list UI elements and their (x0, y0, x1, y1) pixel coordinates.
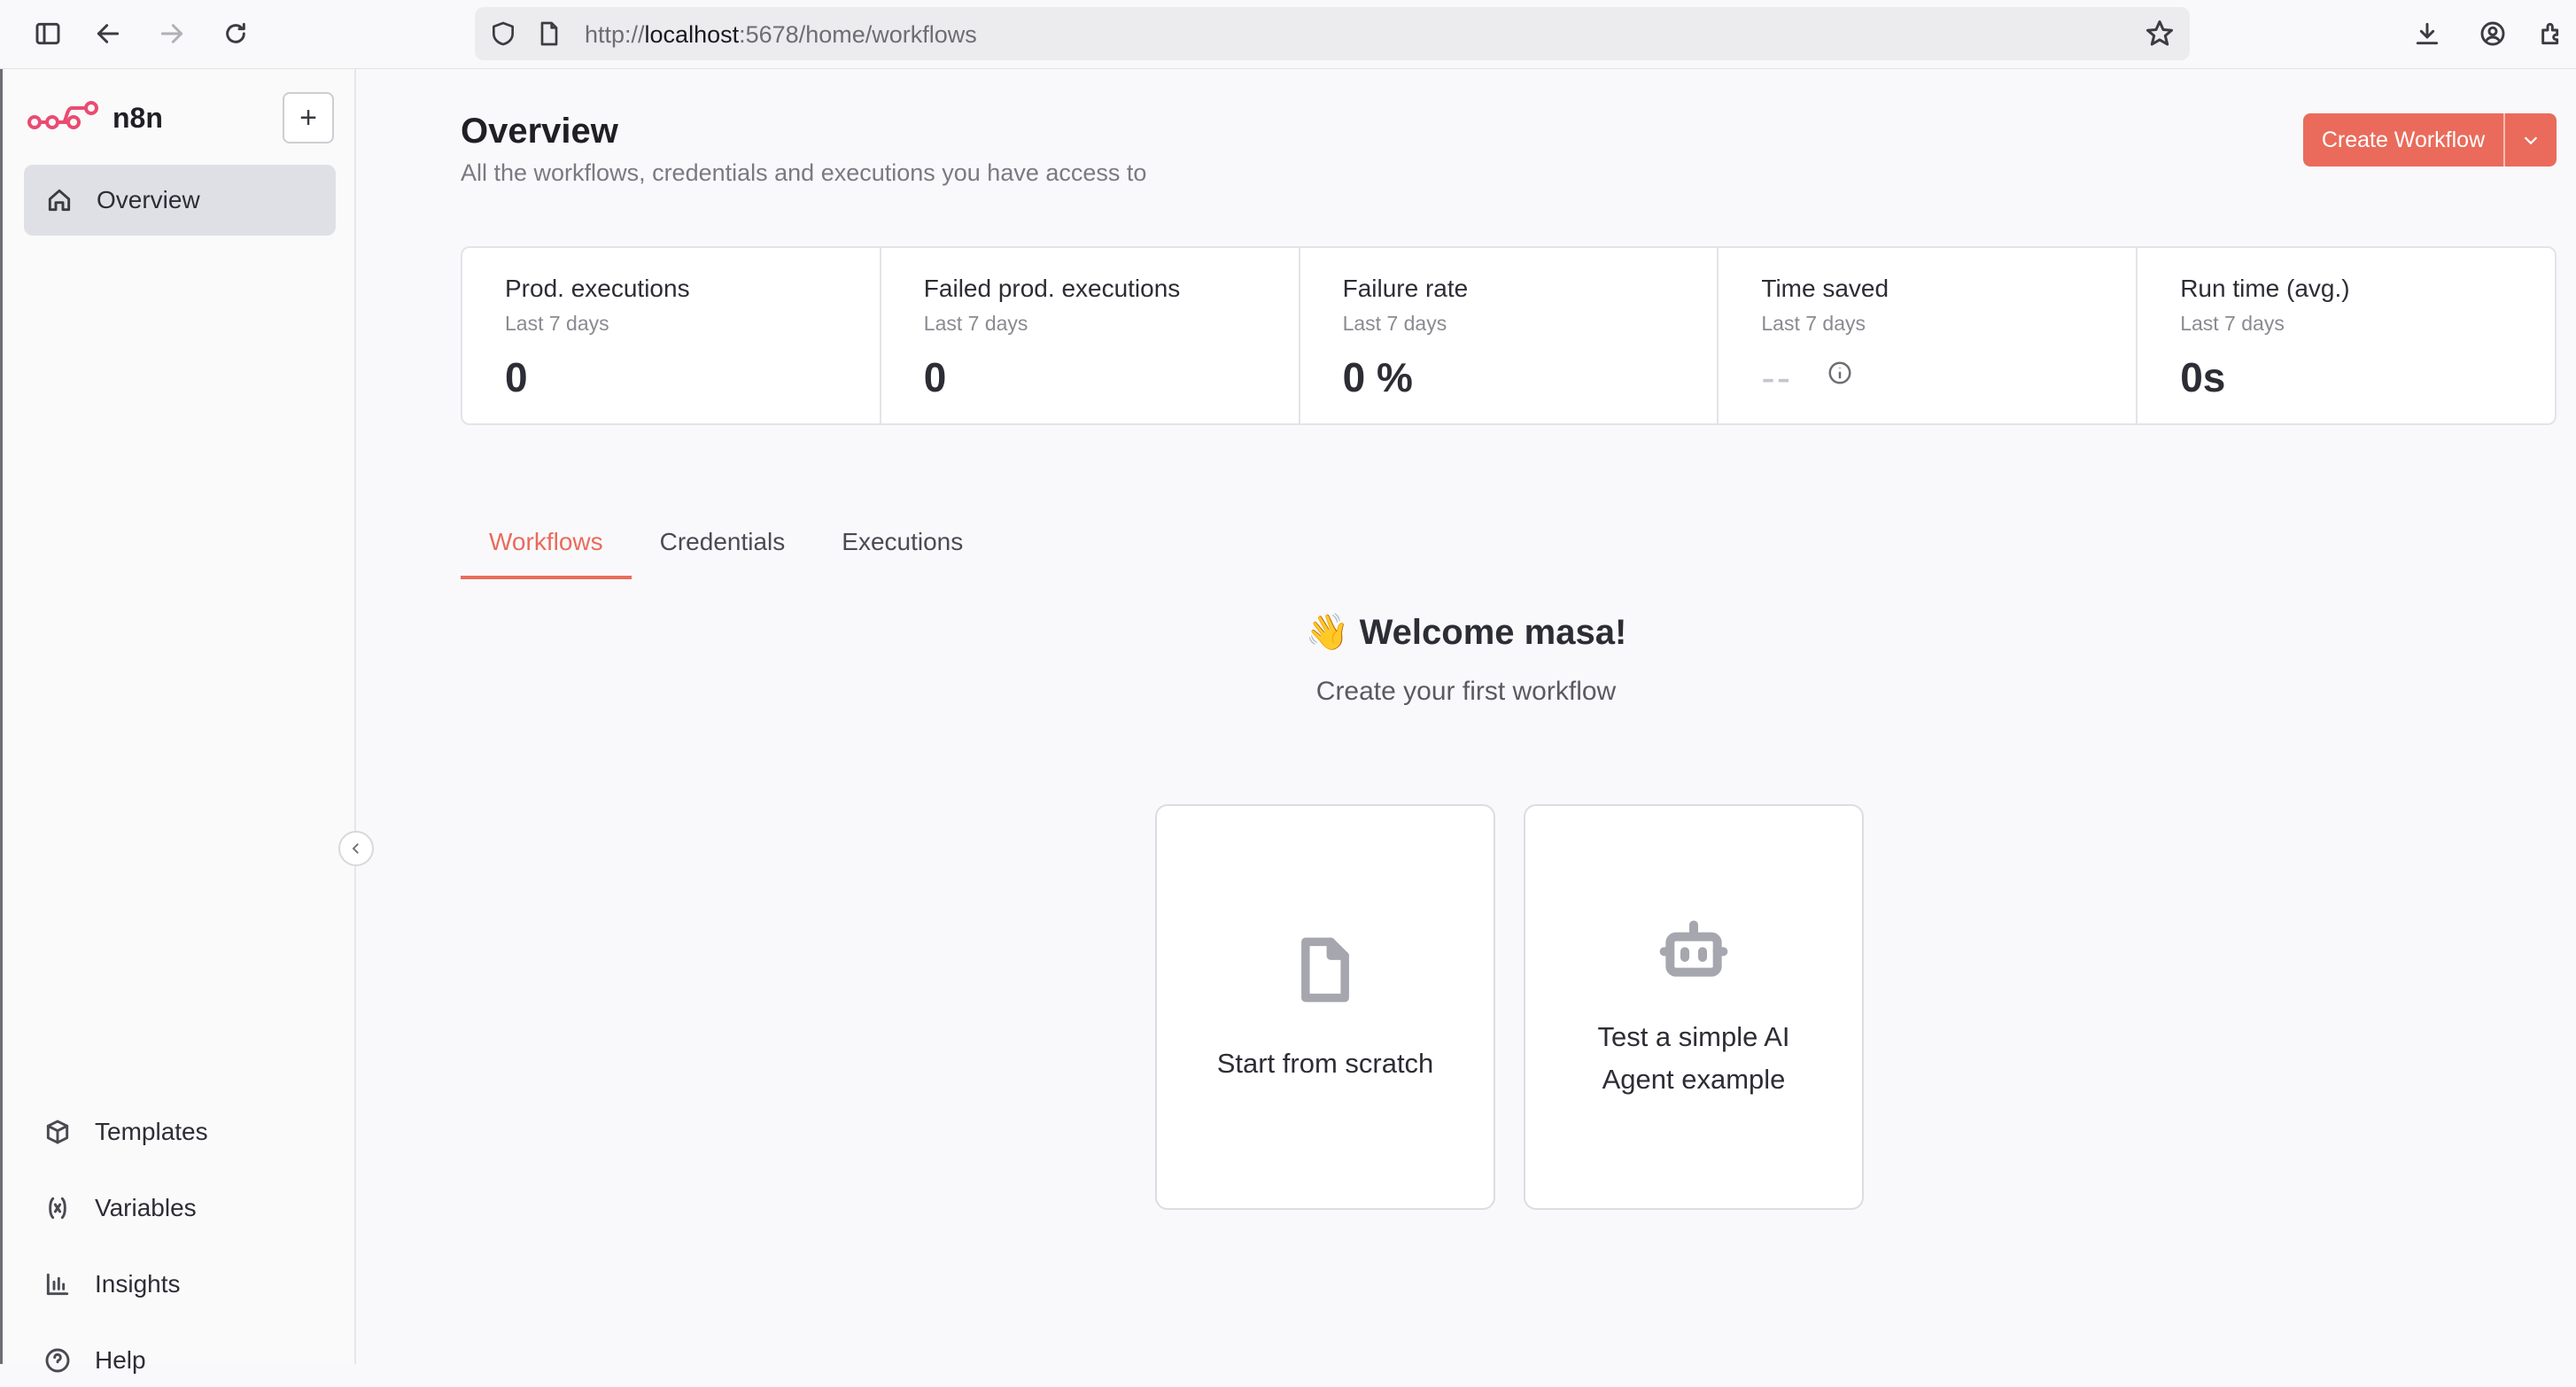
chart-icon (46, 1273, 69, 1296)
download-icon[interactable] (2409, 16, 2445, 51)
info-icon[interactable] (1827, 360, 1853, 386)
create-workflow-button[interactable]: Create Workflow (2303, 113, 2557, 167)
stat-label: Failed prod. executions (923, 275, 1181, 302)
stat-period: Last 7 days (505, 312, 609, 335)
stat-value: 0 (923, 354, 947, 400)
stat-period: Last 7 days (1761, 312, 1866, 335)
card-label: Start from scratch (1216, 1048, 1434, 1079)
page-subtitle: All the workflows, credentials and execu… (461, 159, 1147, 186)
stat-failure-rate[interactable]: Failure rate Last 7 days 0 % (1300, 248, 1719, 423)
stat-period: Last 7 days (1342, 312, 1447, 335)
bookmark-star-icon[interactable] (2144, 18, 2176, 50)
insights-summary: Prod. executions Last 7 days 0 Failed pr… (461, 246, 2557, 425)
stat-period: Last 7 days (2180, 312, 2285, 335)
stat-value: -- (1761, 354, 1793, 400)
file-icon (1301, 937, 1349, 1003)
extensions-icon[interactable] (2533, 16, 2569, 51)
stat-time-saved[interactable]: Time saved Last 7 days -- (1719, 248, 2138, 423)
stat-value: 0 % (1342, 354, 1413, 400)
page-title: Overview (461, 112, 618, 151)
sidebar: n8n + Overview Templates Variables Insig… (0, 69, 356, 1374)
stat-value: 0 (505, 354, 528, 400)
stat-label: Run time (avg.) (2180, 275, 2350, 302)
stat-period: Last 7 days (923, 312, 1028, 335)
robot-icon (1659, 920, 1728, 977)
sidebar-item-label: Templates (95, 1118, 208, 1145)
page-icon[interactable] (535, 19, 563, 48)
home-icon (48, 189, 71, 212)
welcome-subtitle: Create your first workflow (1315, 677, 1617, 706)
chevron-left-icon (352, 843, 359, 854)
box-icon (46, 1120, 69, 1144)
create-workflow-label[interactable]: Create Workflow (2303, 113, 2505, 167)
back-icon[interactable] (90, 16, 126, 51)
shield-icon[interactable] (489, 19, 517, 48)
address-bar[interactable]: http://localhost:5678/home/workflows (475, 7, 2190, 60)
sidebar-item-help[interactable]: Help (43, 1334, 336, 1387)
stat-label: Prod. executions (505, 275, 690, 302)
tab-executions[interactable]: Executions (813, 521, 991, 579)
sidebar-item-label: Insights (95, 1270, 181, 1298)
stat-label: Time saved (1761, 275, 1889, 302)
stat-value: 0s (2180, 354, 2226, 400)
chevron-down-icon (2524, 136, 2538, 145)
variable-icon (49, 1197, 66, 1220)
forward-icon[interactable] (154, 16, 190, 51)
account-icon[interactable] (2475, 16, 2510, 51)
reload-icon[interactable] (218, 16, 253, 51)
main-content: Overview All the workflows, credentials … (356, 69, 2576, 1364)
brand-name: n8n (113, 101, 163, 134)
help-icon (45, 1348, 70, 1373)
sidebar-item-label: Variables (95, 1194, 197, 1221)
stat-failed-executions[interactable]: Failed prod. executions Last 7 days 0 (881, 248, 1300, 423)
sidebar-item-variables[interactable]: Variables (43, 1182, 336, 1235)
n8n-logo-icon (27, 101, 98, 129)
sidebar-item-label: Help (95, 1346, 146, 1374)
start-from-scratch-card[interactable]: Start from scratch (1155, 804, 1495, 1210)
browser-toolbar: http://localhost:5678/home/workflows (0, 0, 2576, 69)
stat-label: Failure rate (1342, 275, 1469, 302)
welcome-heading: 👋 Welcome masa! (1305, 613, 1627, 652)
collapse-sidebar-button[interactable] (338, 831, 374, 866)
url-text[interactable]: http://localhost:5678/home/workflows (585, 21, 977, 49)
sidebar-item-templates[interactable]: Templates (43, 1105, 336, 1158)
sidebar-toggle-icon[interactable] (30, 16, 66, 51)
sidebar-item-label: Overview (97, 186, 200, 213)
stat-run-time[interactable]: Run time (avg.) Last 7 days 0s (2138, 248, 2555, 423)
create-workflow-dropdown[interactable] (2505, 113, 2557, 167)
ai-agent-example-card[interactable]: Test a simple AI Agent example (1524, 804, 1864, 1210)
add-button[interactable]: + (283, 92, 334, 143)
stat-prod-executions[interactable]: Prod. executions Last 7 days 0 (462, 248, 881, 423)
card-label: Test a simple AI Agent example (1597, 1021, 1790, 1095)
tab-workflows[interactable]: Workflows (461, 521, 632, 579)
sidebar-item-overview[interactable]: Overview (24, 165, 336, 236)
overview-tabs: Workflows Credentials Executions (461, 521, 991, 579)
sidebar-item-insights[interactable]: Insights (43, 1258, 336, 1311)
tab-credentials[interactable]: Credentials (632, 521, 814, 579)
n8n-logo[interactable]: n8n (27, 97, 163, 138)
